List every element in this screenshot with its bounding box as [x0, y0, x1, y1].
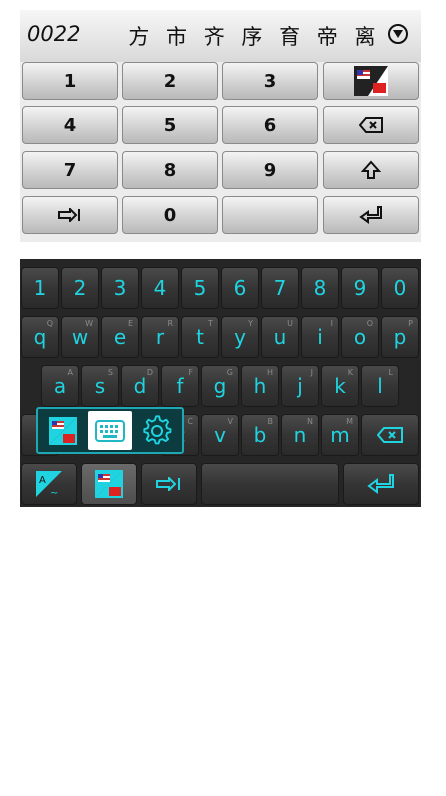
- candidate-2[interactable]: 市: [158, 21, 196, 51]
- dkey-p[interactable]: pP: [381, 316, 419, 358]
- dkey-n[interactable]: nN: [281, 414, 319, 456]
- tab-key-dark[interactable]: [141, 463, 197, 505]
- dkey-l[interactable]: lL: [361, 365, 399, 407]
- tab-icon: [156, 477, 180, 491]
- candidate-5[interactable]: 育: [271, 21, 309, 51]
- key-6[interactable]: 6: [222, 106, 318, 144]
- shift-key[interactable]: [323, 151, 419, 189]
- backspace-key[interactable]: [323, 106, 419, 144]
- dkey-1[interactable]: 1: [21, 267, 59, 309]
- svg-text:A: A: [39, 475, 46, 486]
- dkey-q[interactable]: qQ: [21, 316, 59, 358]
- dkey-0[interactable]: 0: [381, 267, 419, 309]
- lang-switch-flag-icon: [354, 66, 388, 96]
- lang-switch-key-dark[interactable]: [81, 463, 137, 505]
- dkey-b[interactable]: bB: [241, 414, 279, 456]
- dkey-y[interactable]: yY: [221, 316, 259, 358]
- enter-icon: [359, 206, 382, 224]
- keyboard-icon: [95, 419, 125, 442]
- popup-lang-option[interactable]: [41, 411, 85, 450]
- key-9[interactable]: 9: [222, 151, 318, 189]
- input-mode-icon: A ~: [36, 471, 62, 499]
- dkey-d[interactable]: dD: [121, 365, 159, 407]
- dkey-e[interactable]: eE: [101, 316, 139, 358]
- dkey-w[interactable]: wW: [61, 316, 99, 358]
- tab-key[interactable]: [22, 196, 118, 234]
- key-2[interactable]: 2: [122, 62, 218, 100]
- dkey-m[interactable]: mM: [321, 414, 359, 456]
- svg-text:~: ~: [50, 488, 58, 499]
- dkey-9[interactable]: 9: [341, 267, 379, 309]
- settings-gear-icon: [143, 414, 172, 444]
- backspace-icon: [359, 117, 383, 133]
- dkey-4[interactable]: 4: [141, 267, 179, 309]
- key-3[interactable]: 3: [222, 62, 318, 100]
- candidate-3[interactable]: 齐: [195, 21, 233, 51]
- dkey-h[interactable]: hH: [241, 365, 279, 407]
- keyboard-switch-popup: [36, 407, 184, 454]
- dark-keyboard: 1 2 3 4 5 6 7 8 9 0 qQ wW eE rR tT yY uU…: [20, 259, 421, 507]
- candidate-list: 方 市 齐 序 育 帝 离: [120, 21, 384, 51]
- dkey-a[interactable]: aA: [41, 365, 79, 407]
- dkey-7[interactable]: 7: [261, 267, 299, 309]
- candidate-bar: 0022 方 市 齐 序 育 帝 离: [20, 10, 421, 62]
- dkey-r[interactable]: rR: [141, 316, 179, 358]
- space-key[interactable]: [201, 463, 339, 505]
- enter-key[interactable]: [323, 196, 419, 234]
- dkey-u[interactable]: uU: [261, 316, 299, 358]
- key-4[interactable]: 4: [22, 106, 118, 144]
- input-code: 0022: [27, 22, 81, 46]
- key-7[interactable]: 7: [22, 151, 118, 189]
- candidate-1[interactable]: 方: [120, 21, 158, 51]
- candidate-6[interactable]: 帝: [308, 21, 346, 51]
- key-0[interactable]: 0: [122, 196, 218, 234]
- lang-flag-icon: [95, 470, 123, 498]
- lang-flag-icon: [49, 416, 77, 445]
- dkey-3[interactable]: 3: [101, 267, 139, 309]
- dkey-8[interactable]: 8: [301, 267, 339, 309]
- enter-icon: [367, 474, 394, 494]
- dkey-5[interactable]: 5: [181, 267, 219, 309]
- dkey-2[interactable]: 2: [61, 267, 99, 309]
- light-keyboard: 0022 方 市 齐 序 育 帝 离 1 2 3 4 5 6 7 8 9 0: [20, 10, 421, 242]
- popup-settings-option[interactable]: [135, 411, 179, 450]
- dkey-t[interactable]: tT: [181, 316, 219, 358]
- dkey-g[interactable]: gG: [201, 365, 239, 407]
- shift-icon: [361, 160, 381, 179]
- dkey-s[interactable]: sS: [81, 365, 119, 407]
- dkey-f[interactable]: fF: [161, 365, 199, 407]
- key-8[interactable]: 8: [122, 151, 218, 189]
- dkey-v[interactable]: vV: [201, 414, 239, 456]
- backspace-icon: [377, 427, 403, 443]
- dkey-6[interactable]: 6: [221, 267, 259, 309]
- chevron-down-circle-icon[interactable]: [388, 24, 408, 44]
- dkey-o[interactable]: oO: [341, 316, 379, 358]
- blank-key[interactable]: [222, 196, 318, 234]
- input-mode-key[interactable]: A ~: [21, 463, 77, 505]
- popup-keyboard-option[interactable]: [88, 411, 132, 450]
- dkey-k[interactable]: kK: [321, 365, 359, 407]
- candidate-4[interactable]: 序: [233, 21, 271, 51]
- lang-switch-key[interactable]: [323, 62, 419, 100]
- enter-key-dark[interactable]: [343, 463, 419, 505]
- dkey-i[interactable]: iI: [301, 316, 339, 358]
- candidate-7[interactable]: 离: [346, 21, 384, 51]
- dkey-j[interactable]: jJ: [281, 365, 319, 407]
- key-1[interactable]: 1: [22, 62, 118, 100]
- tab-icon: [58, 208, 80, 222]
- backspace-key-dark[interactable]: [361, 414, 419, 456]
- key-5[interactable]: 5: [122, 106, 218, 144]
